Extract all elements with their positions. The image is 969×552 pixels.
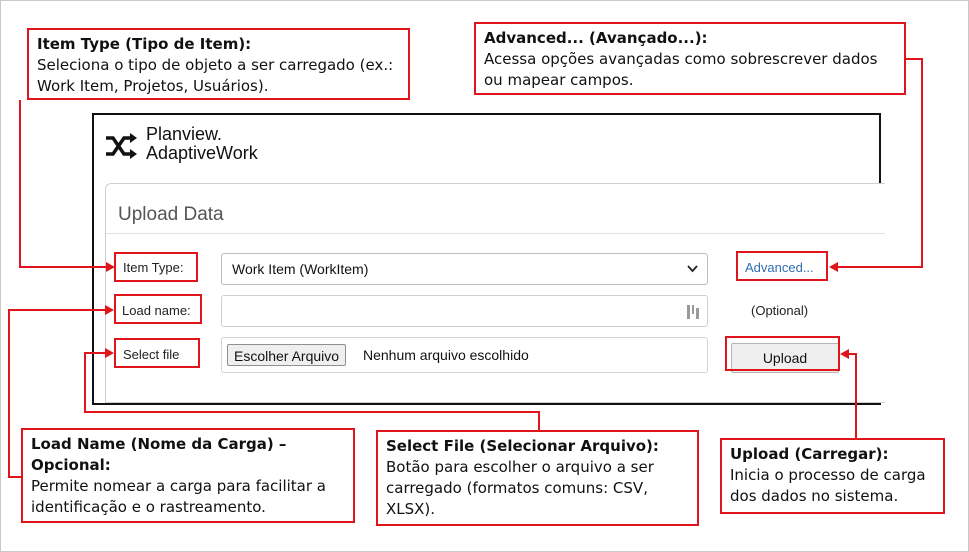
item-type-select[interactable]: Work Item (WorkItem) [221, 253, 708, 285]
optional-text: (Optional) [751, 303, 809, 318]
no-file-text: Nenhum arquivo escolhido [363, 347, 529, 363]
connector-select-file [538, 411, 540, 431]
highlight-select-file [114, 338, 200, 368]
arrow-head-icon [829, 262, 838, 272]
connector-upload [848, 353, 857, 355]
callout-select-file: Select File (Selecionar Arquivo): Botão … [376, 430, 699, 526]
panel-title: Upload Data [118, 204, 224, 225]
callout-item-type-title: Item Type (Tipo de Item): [37, 35, 252, 53]
item-type-value: Work Item (WorkItem) [232, 261, 369, 277]
callout-item-type-body: Seleciona o tipo de objeto a ser carrega… [37, 56, 394, 95]
callout-select-file-body: Botão para escolher o arquivo a ser carr… [386, 458, 654, 518]
load-name-input[interactable] [221, 295, 708, 327]
planview-logo-icon [106, 133, 137, 159]
connector-load-name [8, 309, 10, 478]
highlight-item-type [114, 252, 198, 282]
file-chooser: Escolher Arquivo Nenhum arquivo escolhid… [221, 337, 708, 373]
callout-advanced: Advanced... (Avançado...): Acessa opções… [474, 22, 906, 95]
password-manager-icon[interactable] [686, 304, 700, 320]
chevron-down-icon [687, 265, 698, 273]
callout-select-file-title: Select File (Selecionar Arquivo): [386, 437, 659, 455]
callout-load-name-body: Permite nomear a carga para facilitar a … [31, 477, 326, 516]
connector-select-file [84, 411, 540, 413]
callout-upload: Upload (Carregar): Inicia o processo de … [720, 438, 945, 514]
callout-advanced-body: Acessa opções avançadas como sobrescreve… [484, 50, 878, 89]
connector-upload [855, 353, 857, 439]
arrow-head-icon [105, 348, 114, 358]
arrow-head-icon [840, 349, 849, 359]
callout-item-type: Item Type (Tipo de Item): Seleciona o ti… [27, 28, 410, 100]
logo-line2: AdaptiveWork [146, 143, 258, 163]
panel-divider [106, 233, 885, 234]
callout-load-name-title: Load Name (Nome da Carga) – Opcional: [31, 435, 287, 474]
choose-file-button[interactable]: Escolher Arquivo [227, 344, 347, 366]
connector-advanced [921, 58, 923, 268]
connector-load-name [8, 476, 22, 478]
arrow-head-icon [105, 305, 114, 315]
connector-advanced [838, 266, 923, 268]
connector-load-name [8, 309, 108, 311]
logo-line1: Planview. [146, 124, 223, 144]
arrow-head-icon [106, 262, 115, 272]
callout-load-name: Load Name (Nome da Carga) – Opcional: Pe… [21, 428, 355, 523]
connector-select-file [84, 352, 86, 413]
callout-upload-body: Inicia o processo de carga dos dados no … [730, 466, 926, 505]
highlight-upload [725, 336, 840, 371]
callout-upload-title: Upload (Carregar): [730, 445, 889, 463]
highlight-advanced [736, 251, 828, 281]
connector-item-type [19, 266, 107, 268]
highlight-load-name [114, 294, 202, 324]
connector-item-type [19, 100, 21, 268]
connector-select-file [84, 352, 106, 354]
callout-advanced-title: Advanced... (Avançado...): [484, 29, 708, 47]
